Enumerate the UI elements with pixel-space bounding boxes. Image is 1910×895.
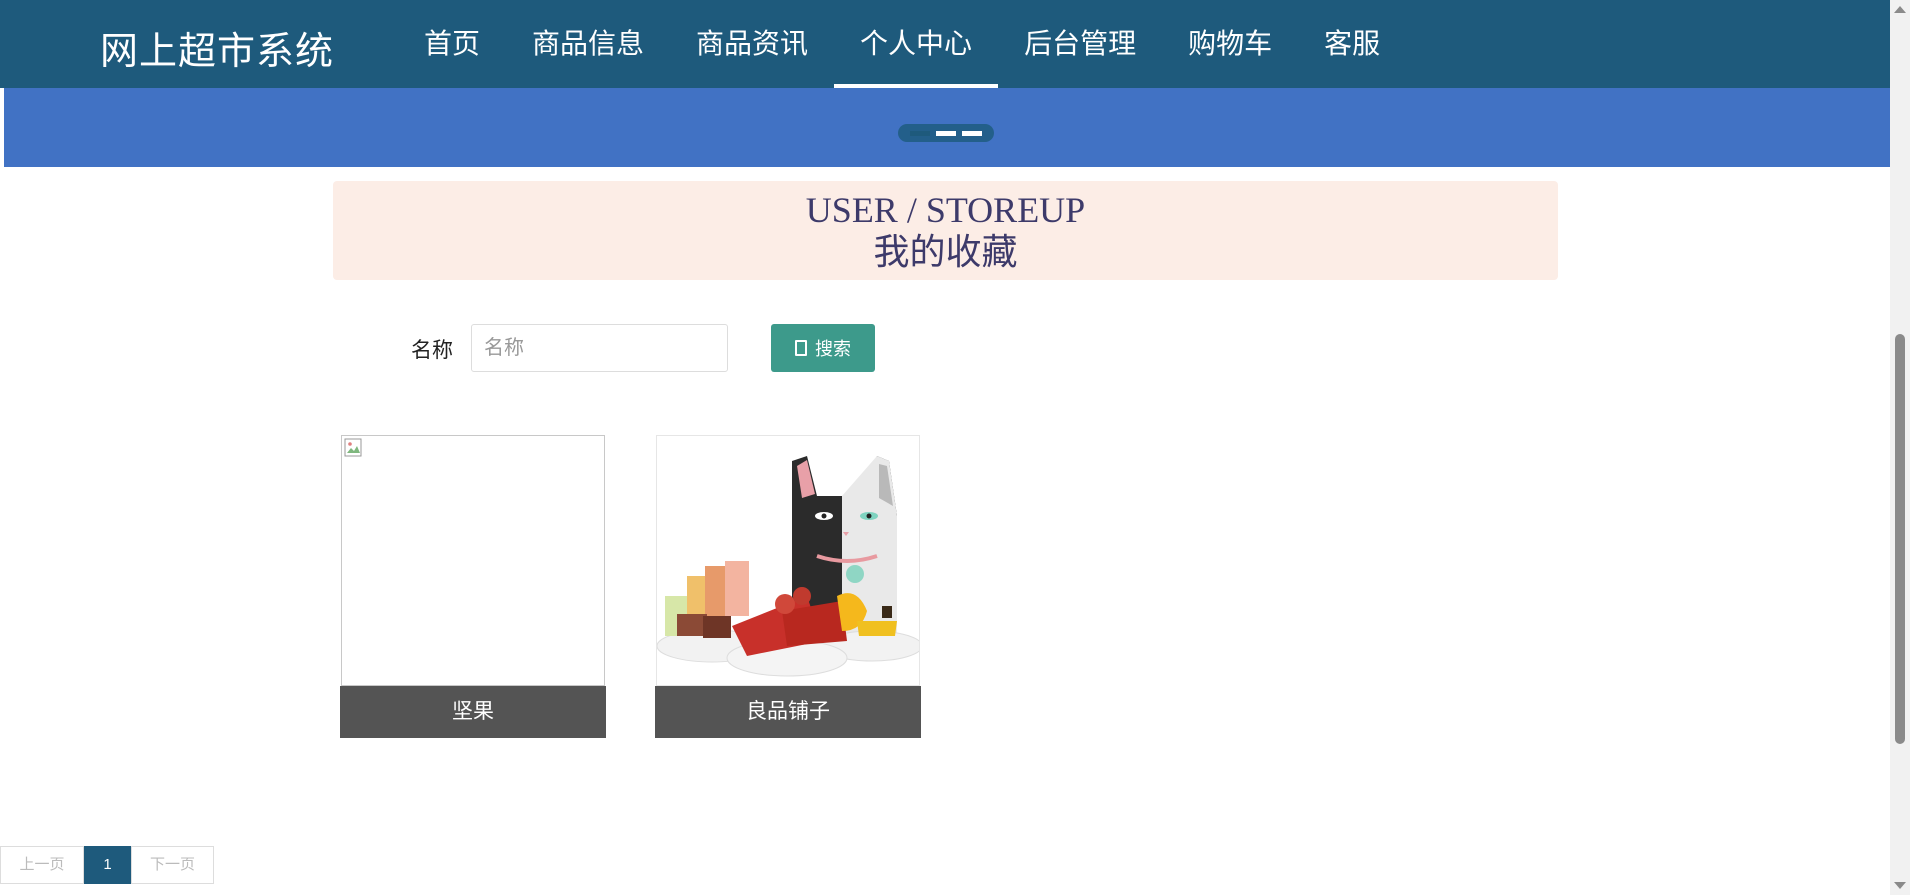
page-title-cn: 我的收藏: [873, 232, 1018, 272]
nav-item-cart[interactable]: 购物车: [1162, 0, 1298, 88]
nav-item-service[interactable]: 客服: [1298, 0, 1406, 88]
scroll-up-icon[interactable]: [1894, 6, 1906, 13]
page-number-button[interactable]: 1: [84, 846, 131, 884]
broken-image-icon: [344, 438, 362, 457]
vertical-scrollbar[interactable]: [1890, 0, 1910, 895]
nav-item-news[interactable]: 商品资讯: [670, 0, 834, 88]
page-title-box: USER / STOREUP 我的收藏: [333, 181, 1558, 280]
nav-menu: 首页 商品信息 商品资讯 个人中心 后台管理 购物车 客服: [398, 0, 1406, 88]
carousel-dot-2[interactable]: [936, 130, 956, 136]
next-page-button[interactable]: 下一页: [131, 846, 214, 884]
product-image[interactable]: [656, 435, 920, 686]
product-image[interactable]: [341, 435, 605, 686]
carousel-indicators: [898, 124, 994, 142]
favorite-card[interactable]: 坚果: [340, 434, 606, 738]
scroll-down-icon[interactable]: [1894, 882, 1906, 889]
nav-item-admin[interactable]: 后台管理: [998, 0, 1162, 88]
snack-cat-bag-image: [657, 436, 919, 685]
favorite-card[interactable]: 良品铺子: [655, 434, 921, 738]
carousel-dot-3[interactable]: [962, 130, 982, 136]
search-bar: 名称 搜索: [0, 324, 1910, 372]
search-input[interactable]: [471, 324, 728, 372]
carousel-dot-1[interactable]: [910, 130, 930, 136]
nav-item-personal-center[interactable]: 个人中心: [834, 0, 999, 88]
search-button-label: 搜索: [815, 339, 851, 359]
search-button[interactable]: 搜索: [771, 324, 875, 372]
page-title-en: USER / STOREUP: [805, 190, 1086, 230]
search-label: 名称: [411, 339, 453, 362]
nav-item-products[interactable]: 商品信息: [506, 0, 670, 88]
site-title: 网上超市系统: [100, 31, 335, 73]
nav-item-home[interactable]: 首页: [398, 0, 506, 88]
pagination: 上一页 1 下一页: [0, 846, 214, 884]
prev-page-button[interactable]: 上一页: [0, 846, 84, 884]
search-icon: [795, 340, 807, 356]
product-name: 良品铺子: [655, 686, 921, 738]
product-name: 坚果: [340, 686, 606, 738]
top-navbar: 网上超市系统 首页 商品信息 商品资讯 个人中心 后台管理 购物车 客服: [0, 0, 1890, 88]
scroll-thumb[interactable]: [1895, 334, 1905, 744]
